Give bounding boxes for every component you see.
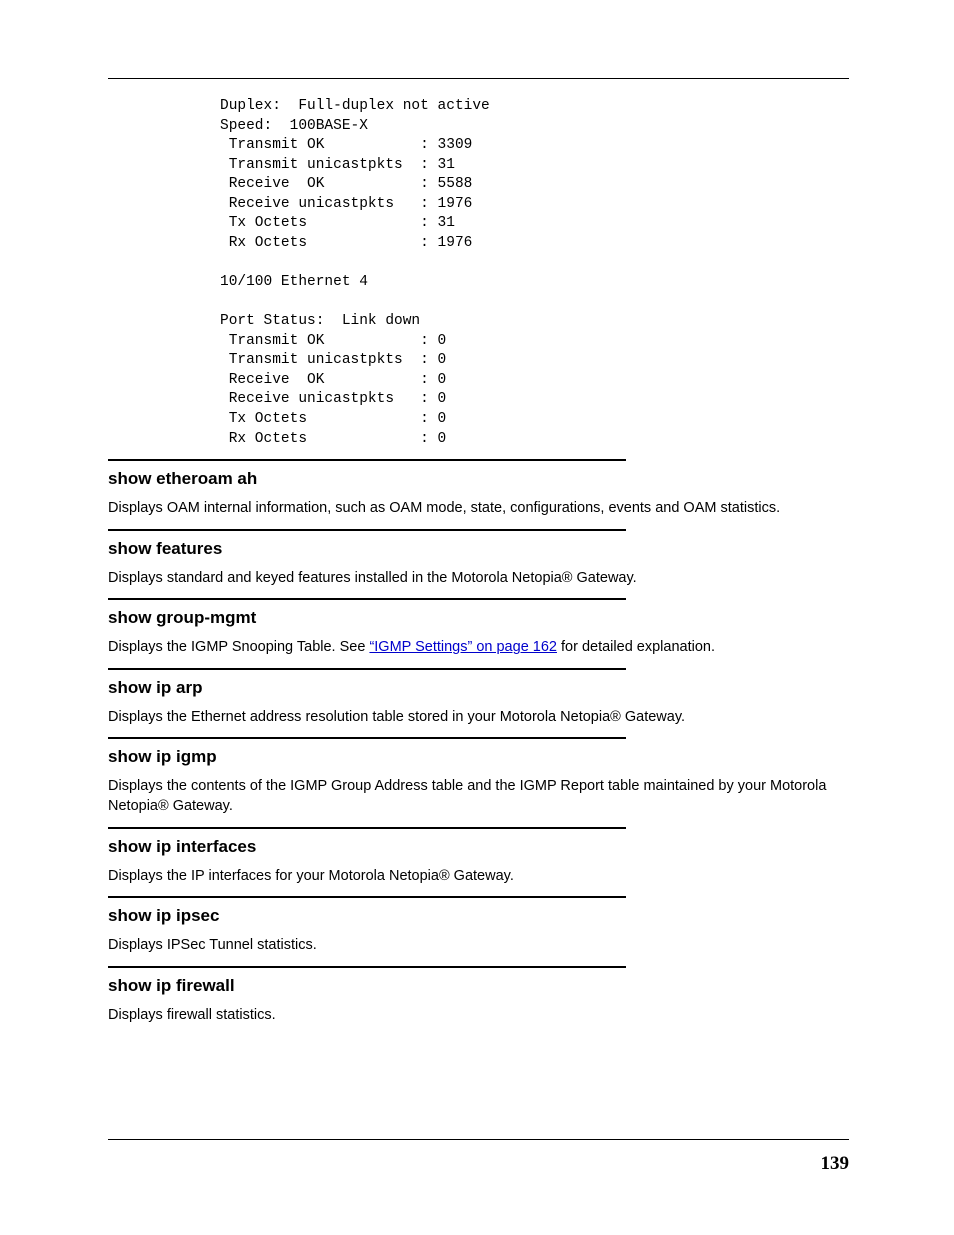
section-separator [108, 737, 626, 739]
page-container: Duplex: Full-duplex not active Speed: 10… [0, 0, 954, 1235]
section-separator [108, 598, 626, 600]
section-separator [108, 896, 626, 898]
section-separator [108, 529, 626, 531]
section-separator [108, 966, 626, 968]
command-description: Displays the IP interfaces for your Moto… [108, 867, 849, 887]
command-heading: show features [108, 539, 849, 559]
command-heading: show ip firewall [108, 976, 849, 996]
command-heading: show ip arp [108, 678, 849, 698]
command-heading: show ip ipsec [108, 906, 849, 926]
command-description: Displays the contents of the IGMP Group … [108, 777, 849, 816]
section-separator [108, 827, 626, 829]
command-heading: show ip interfaces [108, 837, 849, 857]
command-heading: show group-mgmt [108, 608, 849, 628]
command-heading: show ip igmp [108, 747, 849, 767]
command-description: Displays IPSec Tunnel statistics. [108, 936, 849, 956]
command-description: Displays OAM internal information, such … [108, 499, 849, 519]
bottom-horizontal-rule [108, 1139, 849, 1140]
command-description: Displays the Ethernet address resolution… [108, 708, 849, 728]
igmp-settings-link[interactable]: “IGMP Settings” on page 162 [369, 639, 557, 655]
section-separator [108, 459, 626, 461]
command-description: Displays standard and keyed features ins… [108, 569, 849, 589]
section-separator [108, 668, 626, 670]
command-heading: show etheroam ah [108, 469, 849, 489]
page-number: 139 [821, 1153, 850, 1175]
command-description: Displays the IGMP Snooping Table. See “I… [108, 638, 849, 658]
description-text-after: for detailed explanation. [557, 639, 715, 655]
command-description: Displays firewall statistics. [108, 1006, 849, 1026]
description-text-before: Displays the IGMP Snooping Table. See [108, 639, 369, 655]
top-horizontal-rule [108, 78, 849, 79]
terminal-output-block: Duplex: Full-duplex not active Speed: 10… [220, 97, 849, 449]
